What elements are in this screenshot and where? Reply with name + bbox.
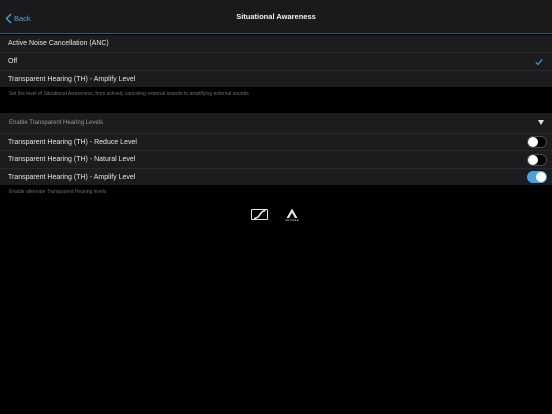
th-levels-header[interactable]: Enable Transparent Hearing Levels: [0, 113, 552, 133]
th-reduce-toggle[interactable]: [527, 136, 547, 148]
caret-down-icon: [538, 120, 544, 125]
anc-option-label: Transparent Hearing (TH) - Amplify Level: [8, 75, 136, 83]
anc-option-anc[interactable]: Active Noise Cancellation (ANC): [0, 35, 552, 52]
toggle-knob: [528, 137, 538, 147]
th-level-amplify-row: Transparent Hearing (TH) - Amplify Level: [0, 168, 552, 185]
anc-helper-text: Set the level of Situational Awareness, …: [9, 91, 249, 97]
page-title: Situational Awareness: [236, 12, 316, 21]
th-helper-text: Enable alternate Transparent Hearing lev…: [9, 189, 107, 195]
th-level-label: Transparent Hearing (TH) - Amplify Level: [8, 173, 136, 181]
sennheiser-logo: [251, 209, 268, 220]
th-level-label: Transparent Hearing (TH) - Natural Level: [8, 156, 136, 163]
th-amplify-toggle[interactable]: [527, 171, 547, 183]
anc-option-label: Active Noise Cancellation (ANC): [8, 40, 109, 47]
th-natural-toggle[interactable]: [527, 153, 547, 166]
apogee-logo: APOGEE: [285, 208, 299, 222]
brand-logos: APOGEE: [0, 208, 552, 222]
th-level-natural-row: Transparent Hearing (TH) - Natural Level: [0, 150, 552, 168]
toggle-knob: [536, 172, 546, 182]
th-level-label: Transparent Hearing (TH) - Reduce Level: [8, 138, 137, 146]
anc-option-label: Off: [8, 58, 18, 65]
th-levels-header-label: Enable Transparent Hearing Levels: [9, 120, 104, 126]
apogee-mark-icon: [286, 208, 298, 218]
anc-option-off[interactable]: Off: [0, 52, 552, 70]
checkmark-icon: [535, 58, 543, 65]
anc-option-th-amplify[interactable]: Transparent Hearing (TH) - Amplify Level: [0, 70, 552, 87]
toggle-knob: [528, 154, 538, 165]
navigation-bar: Back Situational Awareness: [0, 0, 552, 34]
th-level-reduce-row: Transparent Hearing (TH) - Reduce Level: [0, 133, 552, 150]
apogee-wordmark: APOGEE: [285, 218, 299, 222]
sennheiser-mark-icon: [253, 210, 266, 219]
